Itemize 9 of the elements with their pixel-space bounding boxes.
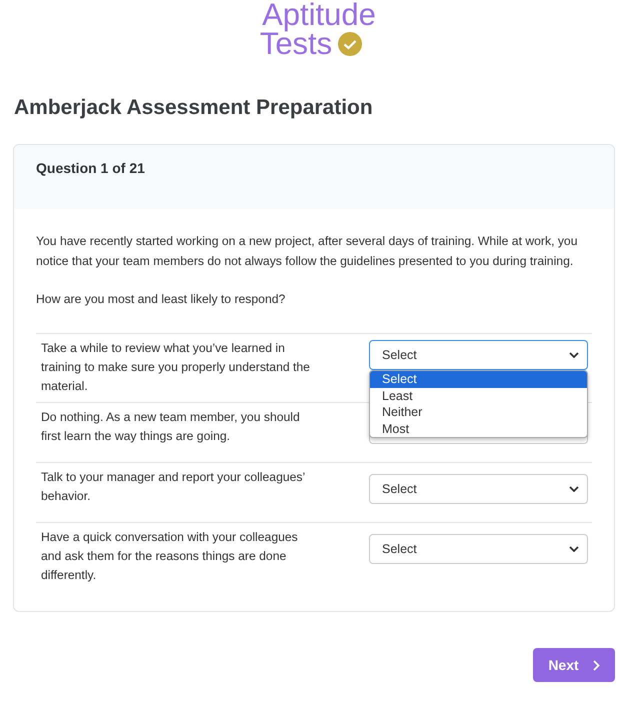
question-text: How are you most and least likely to respond? [36, 291, 286, 308]
page-title: Amberjack Assessment Preparation [14, 96, 374, 120]
answer-option-text: Have a quick conversation with your colleagues and ask them for the reasons things are done differently. [41, 529, 299, 584]
answer-option-text: Talk to your manager and report your colleagues’ behavior. [41, 469, 306, 505]
question-text: You have recently started working on a new project, after several days of training. While at work, you notice that your team members do not always follow the guidelines presented to you during training. [36, 233, 578, 270]
answer-option-text: Take a while to review what you’ve learned in training to make sure you properly understand the material. [41, 340, 311, 395]
logo-text: Aptitude [262, 0, 376, 29]
question-number: Question 1 of 21 [36, 160, 146, 176]
answer-option-text: Do nothing. As a new team member, you should first learn the way things are going. [41, 409, 301, 445]
